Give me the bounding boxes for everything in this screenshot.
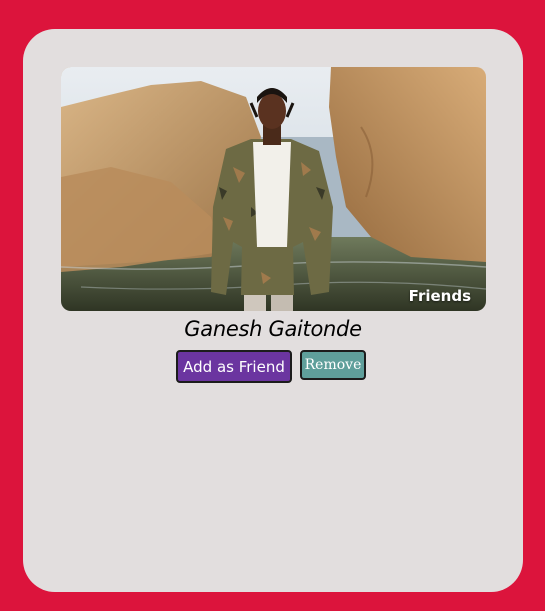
profile-name: Ganesh Gaitonde bbox=[184, 317, 362, 341]
profile-actions: Add as Friend Remove bbox=[176, 350, 366, 383]
add-friend-button[interactable]: Add as Friend bbox=[176, 350, 292, 383]
profile-photo: Friends bbox=[61, 67, 486, 311]
remove-button[interactable]: Remove bbox=[300, 350, 366, 380]
friends-badge: Friends bbox=[408, 287, 471, 305]
profile-card: Friends Ganesh Gaitonde Add as Friend Re… bbox=[23, 29, 523, 592]
